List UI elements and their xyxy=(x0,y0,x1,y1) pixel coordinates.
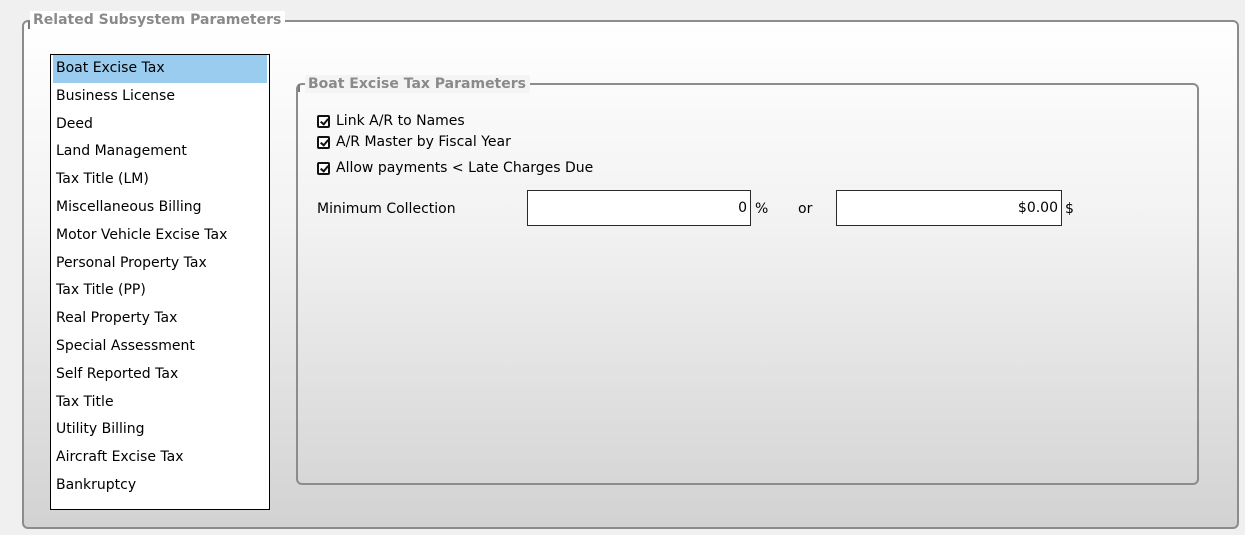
allow-payments-label: Allow payments < Late Charges Due xyxy=(336,160,594,176)
allow-payments-row[interactable]: Allow payments < Late Charges Due xyxy=(317,158,593,178)
link-ar-to-names-row[interactable]: Link A/R to Names xyxy=(317,111,465,131)
subsystem-item-miscellaneous-billing[interactable]: Miscellaneous Billing xyxy=(53,194,267,222)
params-title-tick xyxy=(298,84,300,92)
subsystem-item-bankruptcy[interactable]: Bankruptcy xyxy=(53,472,267,500)
subsystem-item-utility-billing[interactable]: Utility Billing xyxy=(53,416,267,444)
subsystem-item-special-assessment[interactable]: Special Assessment xyxy=(53,333,267,361)
subsystem-item-aircraft-excise-tax[interactable]: Aircraft Excise Tax xyxy=(53,444,267,472)
subsystem-item-real-property-tax[interactable]: Real Property Tax xyxy=(53,305,267,333)
ar-master-by-fiscal-year-label: A/R Master by Fiscal Year xyxy=(336,134,511,150)
subsystem-item-motor-vehicle-excise-tax[interactable]: Motor Vehicle Excise Tax xyxy=(53,222,267,250)
subsystem-item-personal-property-tax[interactable]: Personal Property Tax xyxy=(53,250,267,278)
subsystem-item-self-reported-tax[interactable]: Self Reported Tax xyxy=(53,361,267,389)
subsystem-item-boat-excise-tax[interactable]: Boat Excise Tax xyxy=(53,55,267,83)
subsystem-item-tax-title[interactable]: Tax Title xyxy=(53,389,267,417)
subsystem-parameters-panel: Related Subsystem Parameters Boat Excise… xyxy=(0,0,1245,535)
link-ar-to-names-checkbox[interactable] xyxy=(317,114,330,128)
link-ar-to-names-label: Link A/R to Names xyxy=(336,113,465,129)
subsystem-item-deed[interactable]: Deed xyxy=(53,111,267,139)
boat-excise-tax-parameters-title: Boat Excise Tax Parameters xyxy=(305,75,530,93)
minimum-collection-percent-input[interactable] xyxy=(527,190,751,226)
minimum-collection-amount-input[interactable] xyxy=(836,190,1062,226)
or-label: or xyxy=(798,201,813,217)
ar-master-by-fiscal-year-checkbox[interactable] xyxy=(317,135,330,149)
percent-unit: % xyxy=(755,201,769,217)
minimum-collection-label: Minimum Collection xyxy=(317,201,456,217)
subsystem-item-tax-title-pp[interactable]: Tax Title (PP) xyxy=(53,277,267,305)
dollar-unit: $ xyxy=(1065,201,1074,217)
allow-payments-checkbox[interactable] xyxy=(317,161,330,175)
subsystem-listbox[interactable]: Boat Excise Tax Business License Deed La… xyxy=(50,54,270,510)
subsystem-item-tax-title-lm[interactable]: Tax Title (LM) xyxy=(53,166,267,194)
subsystem-item-land-management[interactable]: Land Management xyxy=(53,138,267,166)
related-subsystem-parameters-title: Related Subsystem Parameters xyxy=(30,11,286,29)
ar-master-by-fiscal-year-row[interactable]: A/R Master by Fiscal Year xyxy=(317,132,511,152)
subsystem-item-business-license[interactable]: Business License xyxy=(53,83,267,111)
